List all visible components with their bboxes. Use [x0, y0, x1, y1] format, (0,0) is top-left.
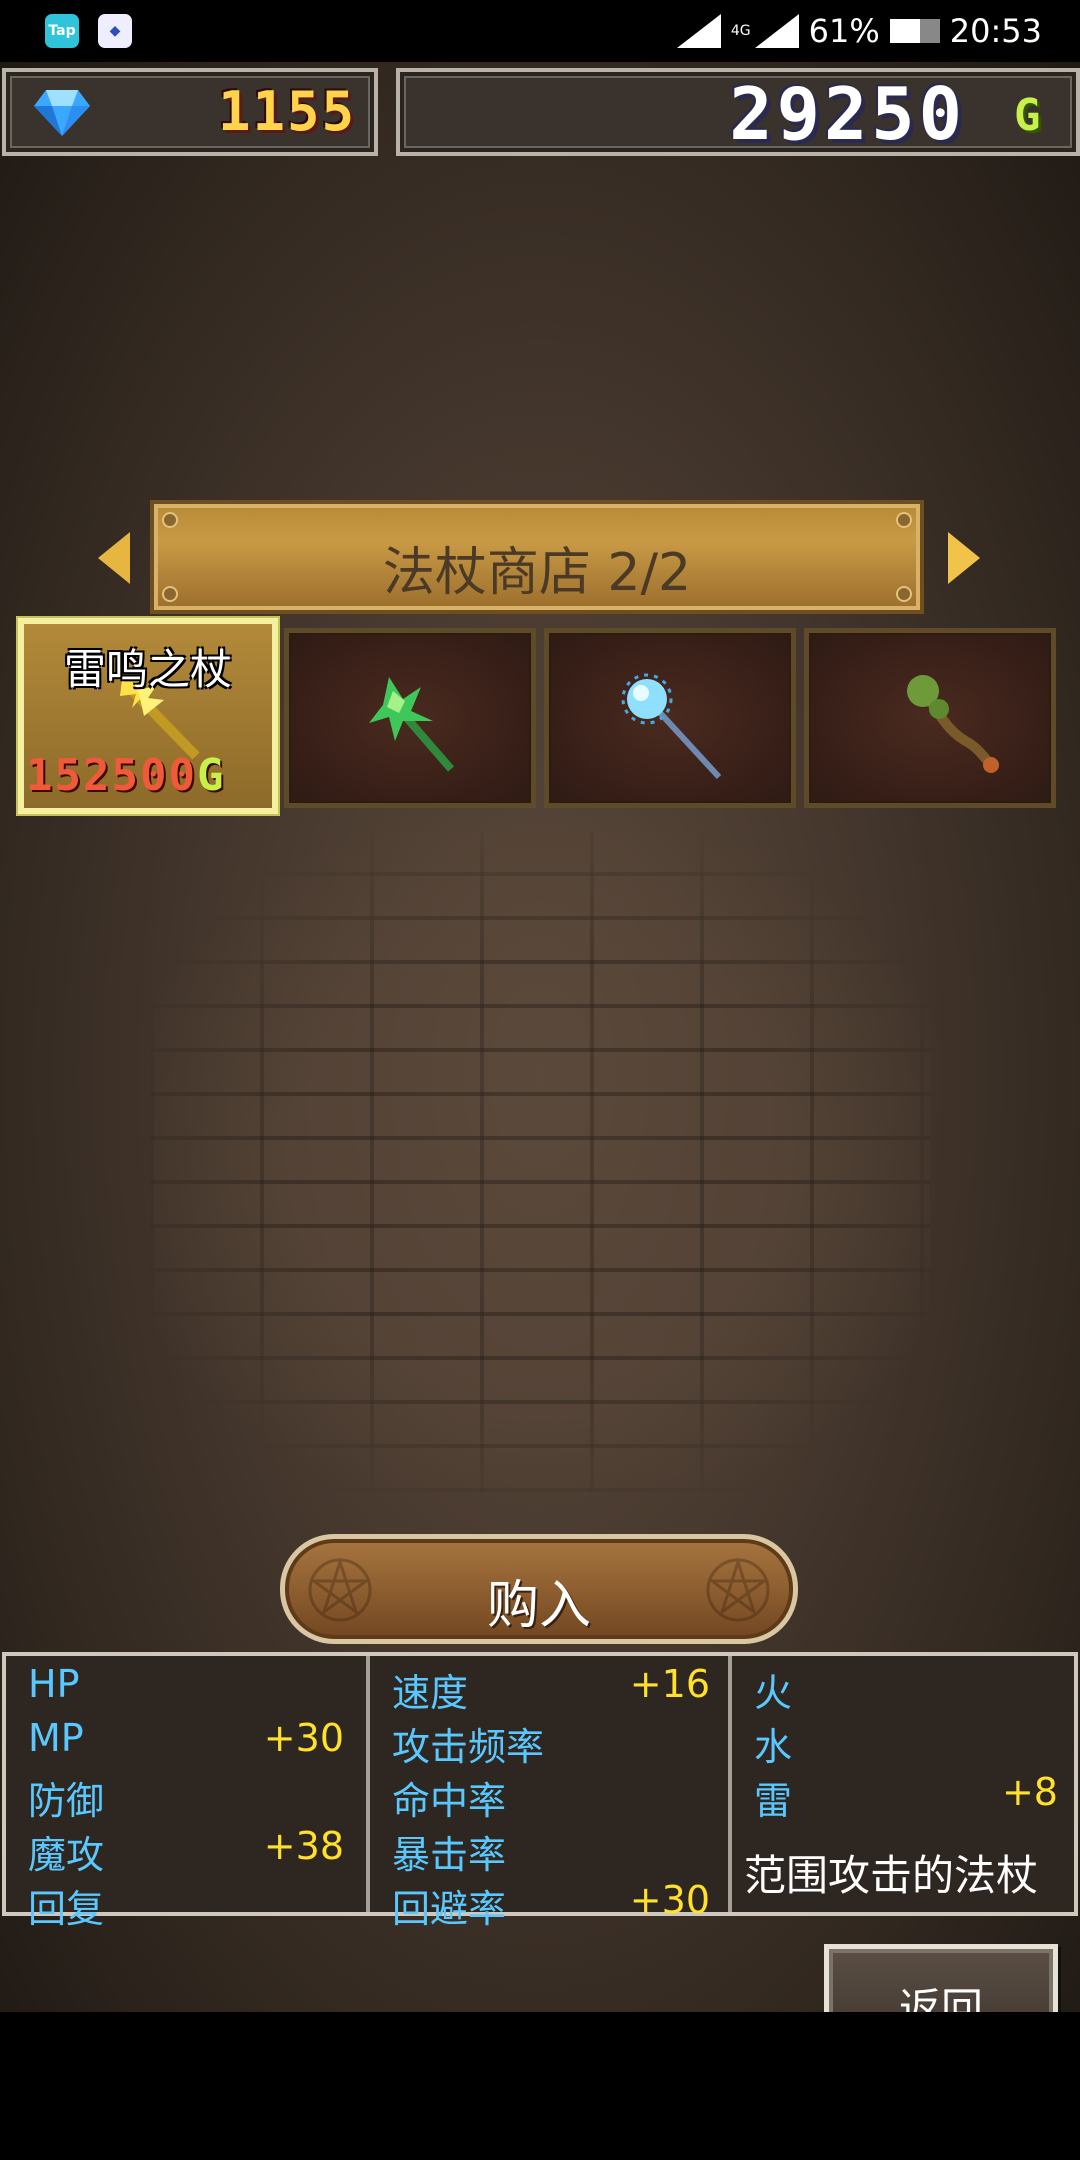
stat-row: HP [28, 1662, 80, 1706]
back-button[interactable]: 返回 [824, 1944, 1058, 2012]
stats-column-2: 速度 +16 攻击频率 命中率 暴击率 回避率 +30 [366, 1656, 730, 1931]
stat-row: 魔攻 +38 [28, 1824, 344, 1877]
stat-row: MP +30 [28, 1716, 344, 1760]
item-price: 152500G [26, 750, 226, 801]
buy-button[interactable]: 购入 [280, 1534, 798, 1644]
stat-row: 暴击率 [392, 1833, 507, 1877]
stat-row: 速度 +16 [392, 1662, 710, 1715]
ice-orb-staff-icon [621, 673, 722, 780]
battery-icon [889, 19, 940, 43]
item-stats-panel: HP MP +30 防御 魔攻 +38 回复 速度 +16 攻击频率 命中率 暴击率 … [2, 1652, 1078, 1931]
status-bar: Tap ◆ 4G 61% 20:53 [0, 0, 1080, 62]
clock: 20:53 [949, 12, 1042, 50]
network-type: 4G [730, 23, 751, 39]
item-description: 范围攻击的法杖 [744, 1851, 1039, 1900]
item-name: 雷鸣之杖 [63, 645, 232, 694]
gold-unit: G [1014, 90, 1041, 141]
back-button-label: 返回 [898, 1984, 983, 2012]
stat-row: 雷 +8 [754, 1770, 1058, 1823]
stats-column-3: 火 水 雷 +8 范围攻击的法杖 [728, 1656, 1078, 1912]
gem-count: 1155 [217, 80, 356, 143]
status-indicators: 4G 61% 20:53 [676, 8, 1042, 54]
next-page-arrow-icon[interactable] [948, 532, 980, 584]
stats-column-1: HP MP +30 防御 魔攻 +38 回复 [6, 1656, 364, 1931]
tap-app-icon: Tap [45, 14, 79, 48]
item-slot-3[interactable] [544, 628, 796, 808]
stat-row: 水 [754, 1725, 793, 1769]
brick-wall-background [150, 832, 930, 1492]
gold-panel: 29250 G [396, 68, 1080, 156]
diamond-icon [34, 90, 90, 136]
item-slot-4[interactable] [804, 628, 1056, 808]
stat-row: 回避率 +30 [392, 1878, 710, 1931]
signal-icon-2 [754, 14, 799, 48]
vine-staff-icon [907, 675, 999, 773]
stat-row: 回复 [28, 1887, 105, 1931]
shop-title: 法杖商店 2/2 [382, 543, 692, 603]
signal-icon [676, 14, 721, 48]
stat-row: 命中率 [392, 1779, 507, 1823]
game-app-icon: ◆ [98, 14, 132, 48]
stat-row: 防御 [28, 1779, 105, 1823]
item-slot-2[interactable] [284, 628, 536, 808]
green-leaf-staff-icon [369, 677, 455, 772]
gold-count: 29250 [729, 72, 966, 156]
gem-panel: 1155 [2, 68, 378, 156]
buy-button-label: 购入 [486, 1576, 591, 1636]
item-slot-1[interactable]: 雷鸣之杖 152500G [18, 618, 278, 814]
prev-page-arrow-icon[interactable] [98, 532, 130, 584]
battery-percent: 61% [808, 12, 880, 50]
stat-row: 攻击频率 [392, 1725, 545, 1769]
stat-row: 火 [754, 1671, 793, 1715]
shop-title-banner: 法杖商店 2/2 [150, 500, 924, 614]
game-screen: 1155 29250 G 法杖商店 2/2 雷鸣之杖 152500G 购入 HP… [0, 62, 1080, 2012]
